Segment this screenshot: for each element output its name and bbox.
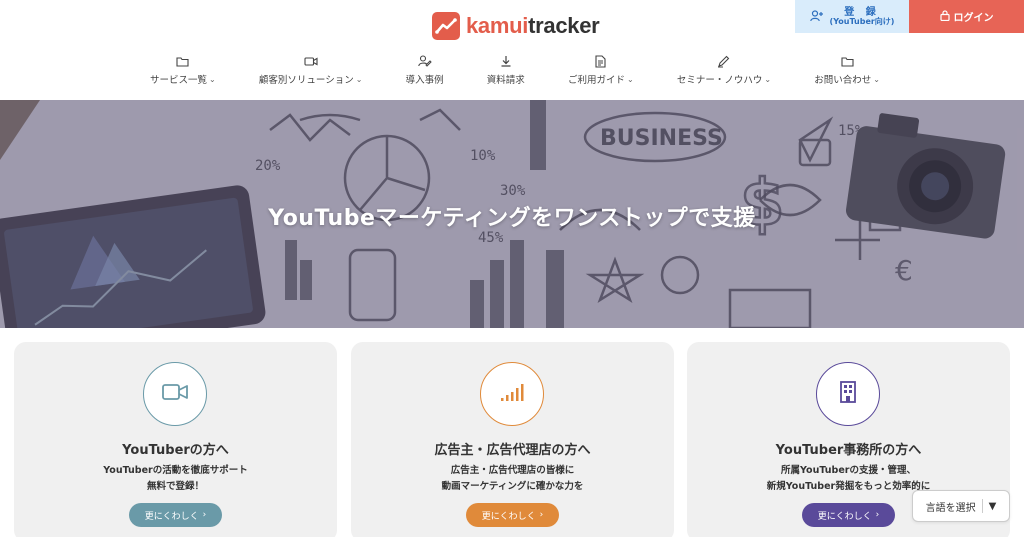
card-description-line: YouTuberの活動を徹底サポート [103,465,248,476]
register-button[interactable]: 登 録 (YouTuber向け) [795,0,909,33]
register-label: 登 録 [844,6,880,18]
video-camera-icon [161,382,189,406]
site-header: kamuitracker 登 録 (YouTuber向け) ログイン サービス一… [0,0,1024,100]
video-camera-icon [304,54,318,68]
document-icon [595,54,606,68]
folder-icon [841,54,854,68]
logo-text-prefix: kamui [466,13,529,38]
nav-label: 導入事例 [405,75,444,86]
card-icon-circle [480,362,544,426]
nav-item-contact[interactable]: お問い合わせ ⌄ [814,54,880,90]
language-selector-label: 言語を選択 [925,502,976,514]
chevron-right-icon: › [202,510,207,520]
more-details-button[interactable]: 更にくわしく › [802,503,895,527]
user-edit-icon [417,54,432,68]
dropdown-arrow-icon: ▼ [988,500,997,512]
logo-text: kamuitracker [466,13,600,39]
more-details-label: 更にくわしく [481,511,536,522]
card-description-line: 無料で登録！ [146,481,204,492]
card-description-line: 動画マーケティングに確かな力を [441,481,584,492]
card-description-line: 広告主・広告代理店の皆様に [450,465,575,476]
card-icon-circle [816,362,880,426]
main-nav: サービス一覧 ⌄ 顧客別ソリューション ⌄ 導入事例 資料請求 ご利用ガイド ⌄ セミ… [150,54,880,90]
card-title: YouTuber事務所の方へ [775,443,922,458]
chevron-down-icon: ⌄ [626,74,634,84]
card-title: YouTuberの方へ [122,443,229,458]
more-details-button[interactable]: 更にくわしく › [466,503,559,527]
nav-item-solutions[interactable]: 顧客別ソリューション ⌄ [258,54,363,90]
chevron-down-icon: ⌄ [355,74,363,84]
card-title: 広告主・広告代理店の方へ [434,443,591,458]
hero-banner: BUSINESS 20% 10% 30% 45% 15% $ € YouTube… [0,100,1024,328]
chevron-down-icon: ⌄ [873,74,880,84]
chart-trend-icon [432,12,460,40]
download-icon [500,54,512,68]
pen-icon [717,54,730,68]
login-button[interactable]: ログイン [909,0,1024,33]
nav-item-seminars[interactable]: セミナー・ノウハウ ⌄ [677,54,771,90]
building-icon [838,380,858,408]
nav-label: 顧客別ソリューション [258,75,354,86]
chevron-right-icon: › [539,510,544,520]
nav-label: サービス一覧 [150,75,208,86]
card-youtuber: YouTuberの方へ YouTuberの活動を徹底サポート 無料で登録！ 更に… [14,342,337,537]
card-description-line: 所属YouTuberの支援・管理、 [781,465,916,476]
more-details-button[interactable]: 更にくわしく › [129,503,222,527]
nav-label: セミナー・ノウハウ [676,75,763,86]
nav-item-documents[interactable]: 資料請求 [487,54,525,90]
logo[interactable]: kamuitracker [432,12,600,40]
divider [981,499,983,513]
nav-label: 資料請求 [486,75,525,86]
login-label: ログイン [953,13,994,24]
add-user-icon [809,7,824,26]
nav-label: お問い合わせ [814,75,872,86]
more-details-label: 更にくわしく [817,511,872,522]
register-sublabel: (YouTuber向け) [829,16,895,26]
nav-item-case-studies[interactable]: 導入事例 [406,54,444,90]
card-description: 広告主・広告代理店の皆様に 動画マーケティングに確かな力を [351,463,674,495]
logo-text-suffix: tracker [528,13,600,38]
card-icon-circle [143,362,207,426]
bar-signal-icon [499,382,525,406]
language-selector[interactable]: 言語を選択 ▼ [912,490,1010,522]
hero-title: YouTubeマーケティングをワンストップで支援 [268,206,756,231]
nav-item-services[interactable]: サービス一覧 ⌄ [150,54,216,90]
chevron-right-icon: › [875,510,880,520]
nav-item-guide[interactable]: ご利用ガイド ⌄ [568,54,634,90]
card-advertiser: 広告主・広告代理店の方へ 広告主・広告代理店の皆様に 動画マーケティングに確かな… [351,342,674,537]
folder-icon [176,54,189,68]
nav-label: ご利用ガイド [567,75,625,86]
chevron-down-icon: ⌄ [209,74,216,84]
more-details-label: 更にくわしく [144,511,199,522]
card-description: YouTuberの活動を徹底サポート 無料で登録！ [14,463,337,495]
chevron-down-icon: ⌄ [764,74,772,84]
lock-icon [939,9,950,24]
